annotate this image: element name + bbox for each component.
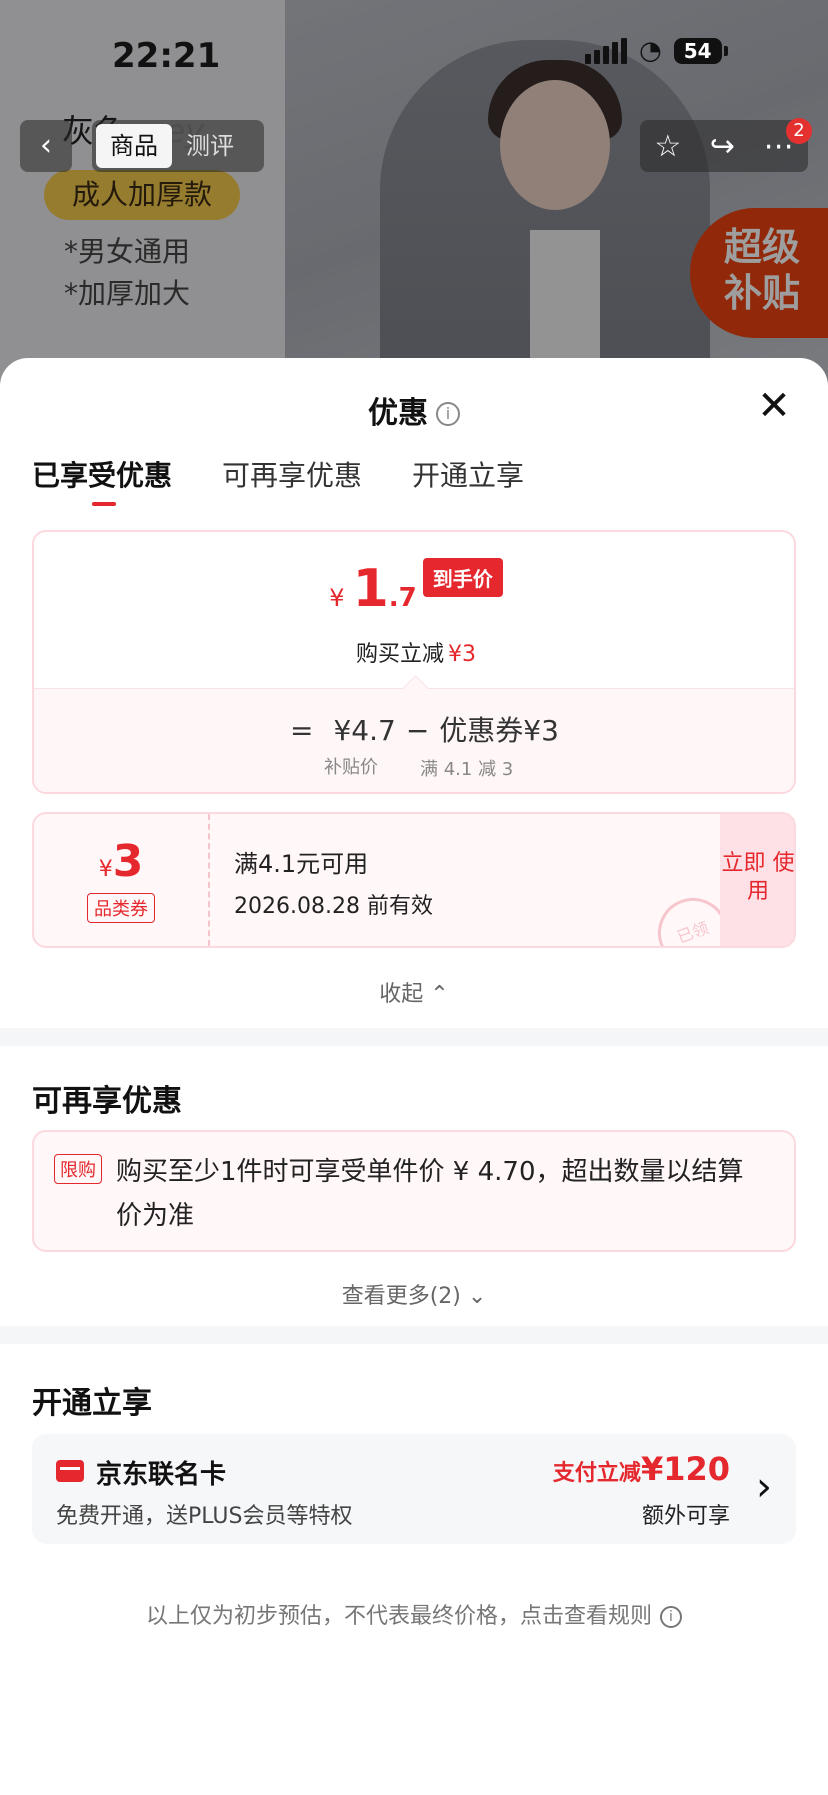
- tab-product[interactable]: 商品: [96, 124, 172, 168]
- chevron-right-icon[interactable]: ›: [756, 1462, 772, 1512]
- coupon-amount: ¥3: [98, 836, 144, 887]
- nav-actions: ☆ ↪ ⋯: [640, 120, 808, 172]
- purchase-limit-offer: 限购 购买至少1件时可享受单件价 ¥ 4.70，超出数量以结算价为准: [32, 1130, 796, 1252]
- sheet-title: 优惠 i: [0, 388, 828, 432]
- back-icon[interactable]: ‹: [20, 120, 72, 172]
- limit-offer-text: 购买至少1件时可享受单件价 ¥ 4.70，超出数量以结算价为准: [116, 1157, 744, 1231]
- info-icon[interactable]: i: [660, 1606, 682, 1628]
- collapse-button[interactable]: 收起 ⌃: [0, 976, 828, 1008]
- section-title-more: 可再享优惠: [32, 1084, 182, 1119]
- section-divider: [0, 1028, 828, 1046]
- status-icons: ◔ 54: [585, 36, 728, 66]
- notification-badge: 2: [786, 118, 812, 144]
- coupon-condition: 满4.1元可用: [234, 850, 369, 878]
- tab-review[interactable]: 测评: [172, 124, 248, 168]
- use-now-button[interactable]: 立即 使用: [720, 814, 794, 946]
- discount-tabs: 已享受优惠 可再享优惠 开通立享: [32, 454, 524, 506]
- discount-sheet: 优惠 i ✕ 已享受优惠 可再享优惠 开通立享 ¥1.7到手价 购买立减 ¥3 = ¥…: [0, 358, 828, 1795]
- tab-more-available[interactable]: 可再享优惠: [222, 454, 362, 506]
- card-promo: 支付立减¥120: [552, 1450, 730, 1488]
- calc-base-label: 补贴价: [324, 757, 378, 778]
- info-icon[interactable]: i: [436, 402, 460, 426]
- status-time: 22:21: [112, 36, 221, 76]
- close-icon[interactable]: ✕: [756, 386, 792, 426]
- tab-open-enjoy[interactable]: 开通立享: [412, 454, 524, 506]
- category-coupon: ¥3 品类券 满4.1元可用 2026.08.28 前有效 已领 立即 使用: [32, 812, 796, 948]
- wifi-icon: ◔: [639, 36, 662, 66]
- jd-cobrand-card-offer[interactable]: 京东联名卡 免费开通，送PLUS会员等特权 支付立减¥120 额外可享 ›: [32, 1434, 796, 1544]
- product-nav-tabs: 商品 测评: [92, 120, 264, 172]
- signal-icon: [585, 38, 627, 64]
- view-more-button[interactable]: 查看更多(2) ⌄: [0, 1278, 828, 1310]
- battery-icon: 54: [673, 38, 728, 64]
- coupon-amount-area: ¥3 品类券: [34, 814, 210, 946]
- calc-formula: = ¥4.7− 优惠券¥3: [290, 714, 559, 747]
- limit-tag: 限购: [54, 1154, 102, 1184]
- card-extra: 额外可享: [641, 1504, 730, 1529]
- tab-enjoyed[interactable]: 已享受优惠: [32, 454, 172, 506]
- final-price: ¥1.7到手价: [34, 558, 794, 619]
- product-background: 灰色grey 成人加厚款 *男女通用 *加厚加大 超级补贴 22:21 ◔ 54…: [0, 0, 828, 420]
- price-summary-card: ¥1.7到手价 购买立减 ¥3 = ¥4.7− 优惠券¥3 补贴价 满 4.1 减 3: [32, 530, 796, 794]
- coupon-expiry: 2026.08.28 前有效: [234, 894, 433, 919]
- section-divider: [0, 1326, 828, 1344]
- card-name: 京东联名卡: [96, 1460, 227, 1490]
- card-description: 免费开通，送PLUS会员等特权: [56, 1504, 353, 1529]
- calc-coupon-label: 满 4.1 减 3: [420, 759, 514, 780]
- discount-line: 购买立减 ¥3: [355, 642, 476, 667]
- credit-card-icon: [56, 1460, 84, 1482]
- star-icon[interactable]: ☆: [654, 129, 681, 164]
- price-calculation: = ¥4.7− 优惠券¥3 补贴价 满 4.1 减 3: [34, 688, 794, 792]
- coupon-type-tag: 品类券: [87, 893, 155, 923]
- final-price-tag: 到手价: [422, 558, 503, 597]
- section-title-open: 开通立享: [32, 1386, 152, 1421]
- share-icon[interactable]: ↪: [710, 129, 735, 164]
- rules-footnote[interactable]: 以上仅为初步预估，不代表最终价格，点击查看规则 i: [0, 1598, 828, 1630]
